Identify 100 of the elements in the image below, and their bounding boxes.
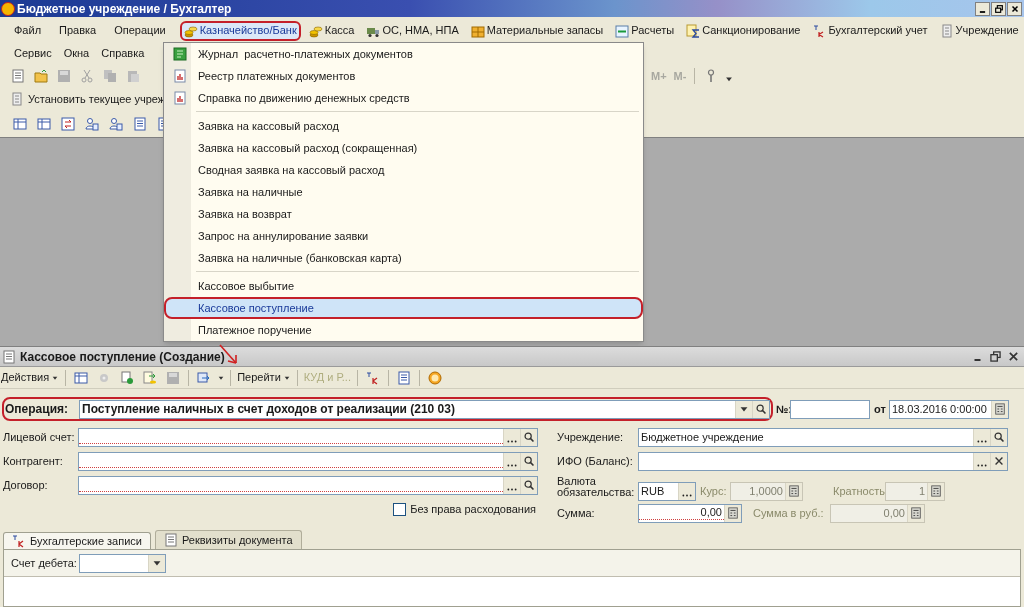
menu-item[interactable]: Платежное поручение: [164, 319, 643, 341]
save-icon: [57, 69, 71, 83]
new-document-icon: [11, 69, 25, 83]
app-logo-icon: [1, 1, 15, 16]
clear-button[interactable]: [990, 452, 1007, 470]
tab[interactable]: Реквизиты документа: [155, 530, 302, 549]
tab[interactable]: Бухгалтерские записи: [3, 531, 151, 549]
swap-button[interactable]: [58, 114, 78, 134]
dropdown-button[interactable]: [148, 554, 165, 572]
menu-item[interactable]: Файл: [10, 20, 46, 41]
menu-item[interactable]: Заявка на наличные: [164, 181, 643, 203]
menu-item[interactable]: Кассовое выбытие: [164, 275, 643, 297]
search-button[interactable]: [520, 428, 537, 446]
input-field[interactable]: [79, 553, 166, 573]
field-label: Контрагент:: [3, 453, 64, 469]
ellipsis-icon: [977, 439, 987, 443]
dropdown-button[interactable]: [735, 400, 752, 418]
goto-menu[interactable]: Перейти: [236, 369, 292, 386]
close-icon: [993, 455, 1005, 467]
menu-item[interactable]: Справка: [97, 43, 149, 64]
search-button[interactable]: [990, 428, 1007, 446]
search-button[interactable]: [520, 476, 537, 494]
input-field[interactable]: [638, 451, 1008, 471]
field-label: Операция:: [5, 401, 69, 418]
open-folder-icon: [34, 69, 48, 83]
restore-icon: [993, 3, 1004, 14]
search-icon: [523, 431, 535, 443]
close-icon: [1007, 351, 1019, 362]
cut-icon: [80, 69, 94, 83]
input-field[interactable]: 0,00: [638, 503, 742, 523]
restore-icon: [989, 351, 1001, 362]
document-arrow-icon: [143, 370, 158, 385]
copy-icon: [120, 370, 135, 385]
restore-button[interactable]: [991, 1, 1006, 16]
input-field[interactable]: RUB: [638, 481, 696, 501]
table-icon: [37, 117, 51, 131]
swap-icon: [61, 117, 75, 131]
menu-item[interactable]: Расчеты: [611, 20, 679, 41]
menu-item[interactable]: Операции: [110, 20, 170, 41]
actions-menu[interactable]: Действия: [0, 369, 61, 386]
input-field[interactable]: [78, 475, 538, 495]
menu-item[interactable]: Правка: [55, 20, 101, 41]
menu-item[interactable]: Казначейство/Банк: [179, 20, 301, 41]
search-icon: [993, 431, 1005, 443]
search-icon: [523, 479, 535, 491]
calculator-icon: [930, 485, 942, 497]
menu-item[interactable]: Заявка на возврат: [164, 203, 643, 225]
menu-item[interactable]: Материальные запасы: [466, 20, 608, 41]
search-button[interactable]: [520, 452, 537, 470]
close-button[interactable]: [1007, 1, 1022, 16]
menu-item[interactable]: Заявка на кассовый расход (сокращенная): [164, 137, 643, 159]
calculator-button[interactable]: [991, 400, 1008, 418]
calculator-icon: [994, 403, 1006, 415]
menu-item[interactable]: Реестр платежных документов: [164, 65, 643, 87]
menu-item[interactable]: Справка по движению денежных средств: [164, 87, 643, 109]
minimize-button[interactable]: [975, 1, 990, 16]
ellipsis-icon: [507, 439, 517, 443]
search-icon: [523, 455, 535, 467]
menu-item[interactable]: ОС, НМА, НПА: [362, 20, 463, 41]
document-icon: [164, 533, 178, 547]
menu-item[interactable]: Запрос на аннулирование заявки: [164, 225, 643, 247]
journal-icon: [173, 47, 187, 61]
crate-icon: [470, 23, 485, 38]
window-title: Бюджетное учреждение / Бухгалтер: [17, 2, 232, 15]
menu-item[interactable]: Журнал расчетно-платежных документов: [164, 43, 643, 65]
input-field[interactable]: [790, 399, 870, 419]
exchange-icon: [197, 370, 212, 385]
table-icon: [13, 117, 27, 131]
menu-item[interactable]: Бухгалтерский учет: [808, 20, 932, 41]
close-icon: [1009, 3, 1020, 14]
calculator-icon: [910, 507, 922, 519]
menu-item[interactable]: Окна: [59, 43, 94, 64]
field-label: Договор:: [3, 477, 49, 493]
search-button[interactable]: [752, 400, 769, 418]
checkbox[interactable]: [393, 502, 407, 516]
menu-item[interactable]: Заявка на наличные (банковская карта): [164, 247, 643, 269]
field-label: Сумма:: [557, 505, 596, 521]
list-icon: [133, 117, 147, 131]
input-field[interactable]: [78, 451, 538, 471]
input-field[interactable]: Поступление наличных в счет доходов от реализации (210 03): [79, 399, 770, 419]
report-icon: [173, 69, 187, 83]
input-field[interactable]: 18.03.2016 0:00:00: [889, 399, 1009, 419]
input-field[interactable]: Бюджетное учреждение: [638, 427, 1008, 447]
minimize-icon: [973, 359, 981, 361]
debit-credit-icon: [365, 370, 380, 385]
menu-item[interactable]: Сводная заявка на кассовый расход: [164, 159, 643, 181]
field-label: от: [874, 401, 887, 417]
menu-item[interactable]: Касса: [304, 20, 359, 41]
field-label: ИФО (Баланс):: [557, 453, 634, 469]
input-field[interactable]: [78, 427, 538, 447]
menu-item[interactable]: Сервис: [10, 43, 56, 64]
menu-item[interactable]: Кассовое поступление: [164, 297, 643, 319]
copy-icon: [103, 69, 117, 83]
menu-item[interactable]: Санкционирование: [682, 20, 805, 41]
calculator-button[interactable]: [724, 504, 741, 522]
calculator-icon: [727, 507, 739, 519]
menu-item[interactable]: Учреждение: [935, 20, 1023, 41]
menu-item[interactable]: Заявка на кассовый расход: [164, 115, 643, 137]
select-button[interactable]: [678, 482, 695, 500]
people-icon: [85, 117, 99, 131]
